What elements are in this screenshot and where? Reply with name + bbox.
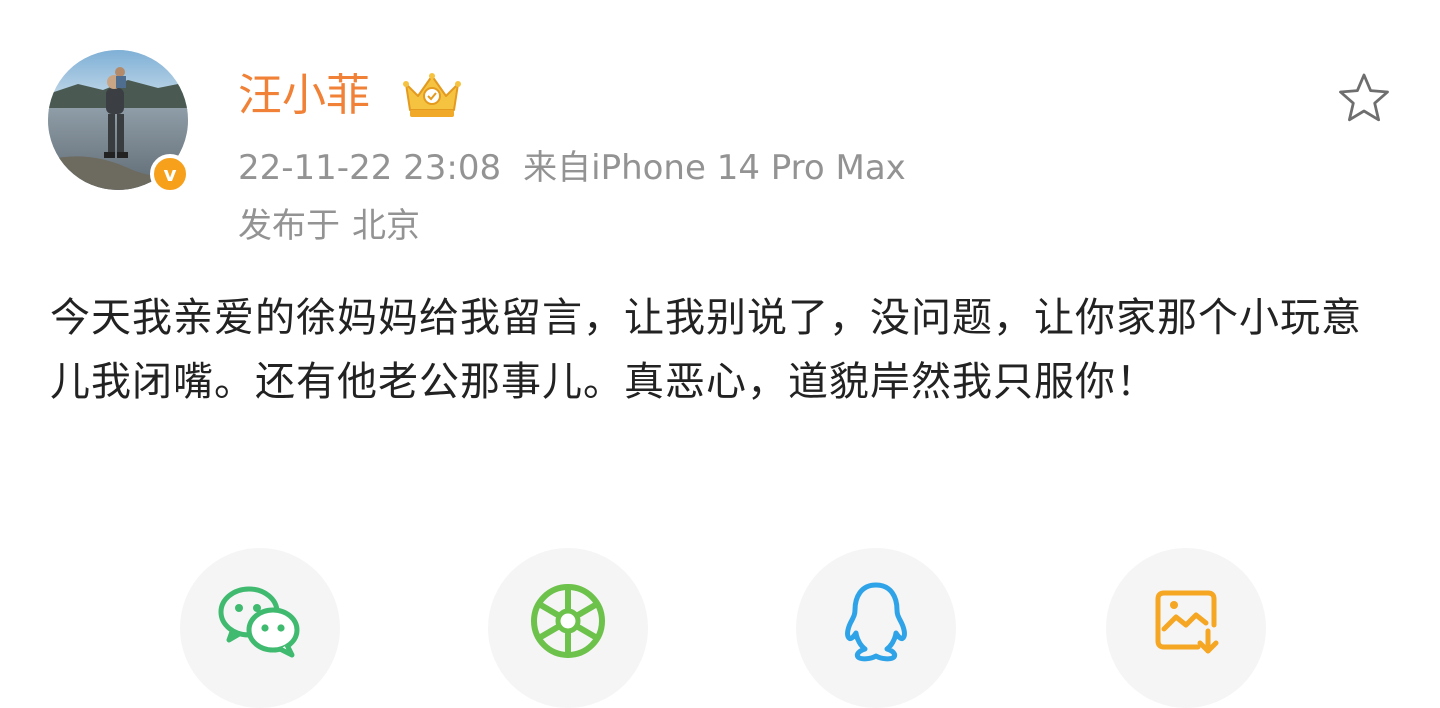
share-row: [0, 548, 1440, 708]
share-wechat-button[interactable]: [180, 548, 340, 708]
favorite-button[interactable]: [1334, 68, 1394, 128]
share-qq-button[interactable]: [796, 548, 956, 708]
author-name[interactable]: 汪小菲: [238, 68, 370, 124]
post-content: 今天我亲爱的徐妈妈给我留言，让我别说了，没问题，让你家那个小玩意儿我闭嘴。还有他…: [50, 295, 1362, 405]
crown-icon: [400, 70, 464, 120]
post-time: 22-11-22 23:08: [238, 148, 502, 188]
share-moments-button[interactable]: [488, 548, 648, 708]
location-value: 北京: [352, 206, 420, 246]
post-location: 发布于 北京: [238, 204, 420, 248]
wechat-icon: [218, 586, 300, 658]
author-avatar-container[interactable]: v: [48, 50, 190, 194]
star-icon[interactable]: [1336, 70, 1392, 126]
moments-icon: [531, 584, 605, 658]
post-meta: 22-11-22 23:08 来自iPhone 14 Pro Max: [238, 146, 906, 190]
verified-v-badge-icon: v: [150, 154, 190, 194]
save-image-icon: [1155, 590, 1219, 654]
verified-badge-glyph: v: [163, 162, 177, 186]
weibo-post: v 汪小菲 22-11-22 23:08 来自iPhone 14 Pro Max …: [0, 0, 1440, 708]
post-source: 来自iPhone 14 Pro Max: [523, 148, 906, 188]
share-save-image-button[interactable]: [1106, 548, 1266, 708]
location-label: 发布于: [238, 206, 340, 246]
qq-icon: [845, 582, 907, 662]
